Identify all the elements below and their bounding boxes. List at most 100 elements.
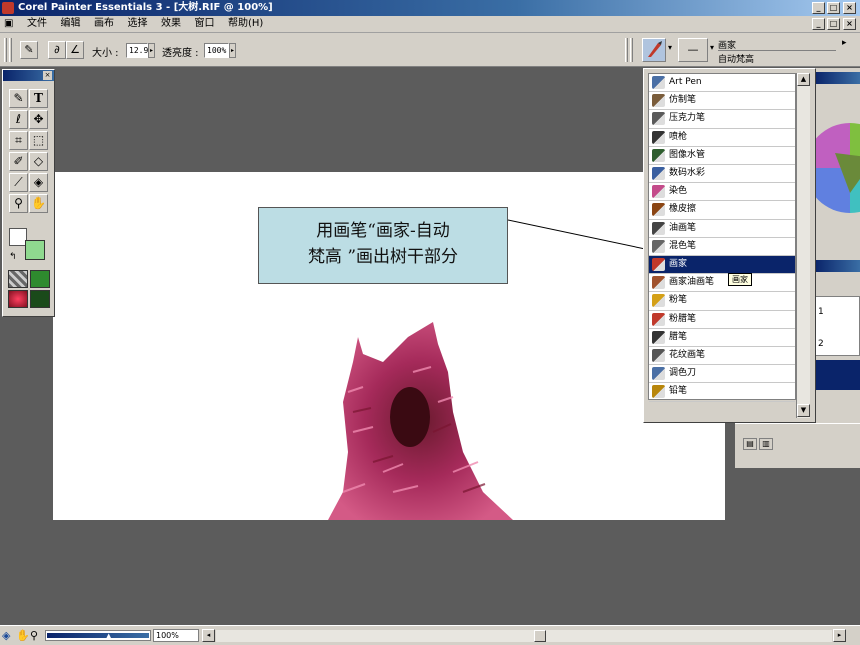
brush-category-label: 腊笔 — [669, 331, 688, 342]
brush-category-item[interactable]: 腊笔 — [649, 329, 795, 347]
layers-list[interactable]: 1 2 — [815, 296, 860, 356]
brush-category-item[interactable]: 喷枪 — [649, 129, 795, 147]
brush-category-item[interactable]: 画家油画笔 — [649, 274, 795, 293]
toolbox-title-bar[interactable]: × — [3, 70, 54, 81]
blend-tool-icon[interactable]: ✐ — [9, 152, 28, 171]
hscroll-left-icon[interactable]: ◂ — [202, 629, 215, 642]
eraser-tool-icon[interactable]: ◇ — [29, 152, 48, 171]
brush-category-icon — [652, 385, 665, 399]
brush-category-item[interactable]: 图像水管 — [649, 147, 795, 165]
brush-category-icon — [652, 185, 665, 199]
magnifier-tool-icon[interactable]: ⚲ — [9, 194, 28, 213]
layer-number: 2 — [818, 339, 824, 349]
toolbox-close-icon[interactable]: × — [43, 71, 52, 80]
brush-category-item[interactable]: 数码水彩 — [649, 165, 795, 184]
brush-category-icon — [652, 294, 665, 308]
zoom-slider-track — [47, 633, 149, 638]
brush-category-item[interactable]: 粉笔 — [649, 292, 795, 311]
brush-category-icon — [652, 276, 665, 290]
brush-category-item[interactable]: 混色笔 — [649, 238, 795, 256]
brush-category-list: Art Pen 仿制笔压克力笔喷枪图像水管数码水彩染色橡皮擦油画笔混色笔画家画家油… — [648, 73, 796, 402]
navigator-icon[interactable]: ◈ — [2, 629, 10, 642]
zoom-field[interactable]: 100% — [153, 629, 199, 642]
scroll-down-icon[interactable]: ▼ — [797, 404, 810, 417]
brush-category-icon — [652, 367, 665, 381]
status-bar: ◈ ✋ ⚲ ▲ 100% ◂ ▸ — [0, 625, 860, 645]
dropper-tool-icon[interactable]: ⟋ — [9, 173, 28, 192]
brush-category-item[interactable]: Art Pen — [649, 74, 795, 93]
brush-category-label: 混色笔 — [669, 240, 697, 251]
brush-tool-icon[interactable]: ✎ — [9, 89, 28, 108]
brush-category-icon — [652, 239, 665, 253]
swap-colors-icon[interactable]: ↰ — [9, 252, 17, 262]
brush-category-label: 油画笔 — [669, 222, 697, 233]
brush-category-icon — [652, 258, 665, 271]
brush-category-label: 染色 — [669, 186, 688, 197]
brush-category-label: 调色刀 — [669, 368, 697, 379]
lasso-tool-icon[interactable]: ℓ — [9, 110, 28, 129]
paint-bucket-icon[interactable]: ◈ — [29, 173, 48, 192]
brush-category-icon — [652, 148, 665, 162]
brush-category-item[interactable]: 调色刀 — [649, 365, 795, 384]
brush-category-icon — [652, 312, 665, 326]
brush-category-label: 画家 — [669, 259, 688, 269]
brush-category-item[interactable]: 粉腊笔 — [649, 311, 795, 329]
grabber-icon[interactable]: ✋ — [16, 629, 30, 642]
nozzle-icon[interactable] — [30, 290, 50, 308]
rect-select-icon[interactable]: ⬚ — [29, 131, 48, 150]
color-wheel[interactable] — [815, 98, 860, 258]
brush-category-icon — [652, 76, 665, 89]
move-tool-icon[interactable]: ✥ — [29, 110, 48, 129]
hscroll-thumb[interactable] — [534, 630, 546, 642]
brush-category-label: 图像水管 — [669, 149, 706, 160]
brush-category-icon — [652, 112, 665, 126]
brush-category-label: 画家油画笔 — [669, 277, 715, 288]
zoom-slider-thumb[interactable]: ▲ — [106, 632, 111, 640]
layer-number: 1 — [818, 307, 824, 317]
brush-category-item[interactable]: 油画笔 — [649, 220, 795, 238]
crop-tool-icon[interactable]: ⌗ — [9, 131, 28, 150]
brush-category-label: 仿制笔 — [669, 95, 697, 106]
brush-category-icon — [652, 203, 665, 217]
brush-category-item[interactable]: 仿制笔 — [649, 92, 795, 111]
horizontal-scrollbar[interactable] — [216, 630, 832, 642]
text-tool-icon[interactable]: T — [29, 89, 48, 108]
brush-category-label: Art Pen — [669, 77, 702, 87]
brush-category-label: 粉腊笔 — [669, 313, 697, 324]
brush-category-item[interactable]: 橡皮擦 — [649, 201, 795, 220]
brush-category-label: 数码水彩 — [669, 168, 706, 178]
brush-category-item[interactable]: 染色 — [649, 183, 795, 202]
scroll-up-icon[interactable]: ▲ — [797, 73, 810, 86]
brush-category-icon — [652, 330, 665, 344]
toolbox-panel: × ✎ T ℓ ✥ ⌗ ⬚ ✐ ◇ ⟋ ◈ ⚲ ✋ ↰ — [2, 69, 55, 317]
delete-layer-icon[interactable]: ▥ — [759, 438, 773, 450]
zoom-icon[interactable]: ⚲ — [30, 629, 38, 642]
brush-category-item[interactable]: 铅笔 — [649, 383, 795, 402]
hscroll-right-icon[interactable]: ▸ — [833, 629, 846, 642]
brush-category-label: 铅笔 — [669, 386, 688, 397]
new-layer-icon[interactable]: ▤ — [743, 438, 757, 450]
brush-category-item[interactable]: 压克力笔 — [649, 110, 795, 129]
color-panel-title-bar[interactable] — [815, 72, 860, 84]
selected-layer-row[interactable] — [815, 360, 860, 390]
brush-category-item[interactable]: 画家 — [649, 256, 795, 275]
paper-texture-icon[interactable] — [8, 270, 28, 288]
gradient-icon[interactable] — [30, 270, 50, 288]
brush-category-icon — [652, 130, 665, 144]
pattern-icon[interactable] — [8, 290, 28, 308]
layers-footer: ▤ ▥ — [735, 423, 860, 468]
brush-category-dropdown: Art Pen 仿制笔压克力笔喷枪图像水管数码水彩染色橡皮擦油画笔混色笔画家画家油… — [643, 68, 816, 423]
zoom-slider[interactable]: ▲ — [45, 630, 151, 641]
brush-category-label: 压克力笔 — [669, 113, 706, 124]
brush-list-scrollbar[interactable]: ▲ ▼ — [796, 73, 810, 418]
brush-category-icon — [652, 94, 665, 108]
brush-category-icon — [652, 349, 665, 362]
brush-category-icon — [652, 167, 665, 180]
primary-color-swatch[interactable] — [25, 240, 45, 260]
grabber-tool-icon[interactable]: ✋ — [29, 194, 48, 213]
brush-category-item[interactable]: 花纹画笔 — [649, 347, 795, 366]
brush-category-icon — [652, 221, 665, 235]
brush-category-label: 喷枪 — [669, 131, 688, 142]
layers-panel-title-bar[interactable] — [815, 260, 860, 272]
brush-category-label: 花纹画笔 — [669, 350, 706, 360]
